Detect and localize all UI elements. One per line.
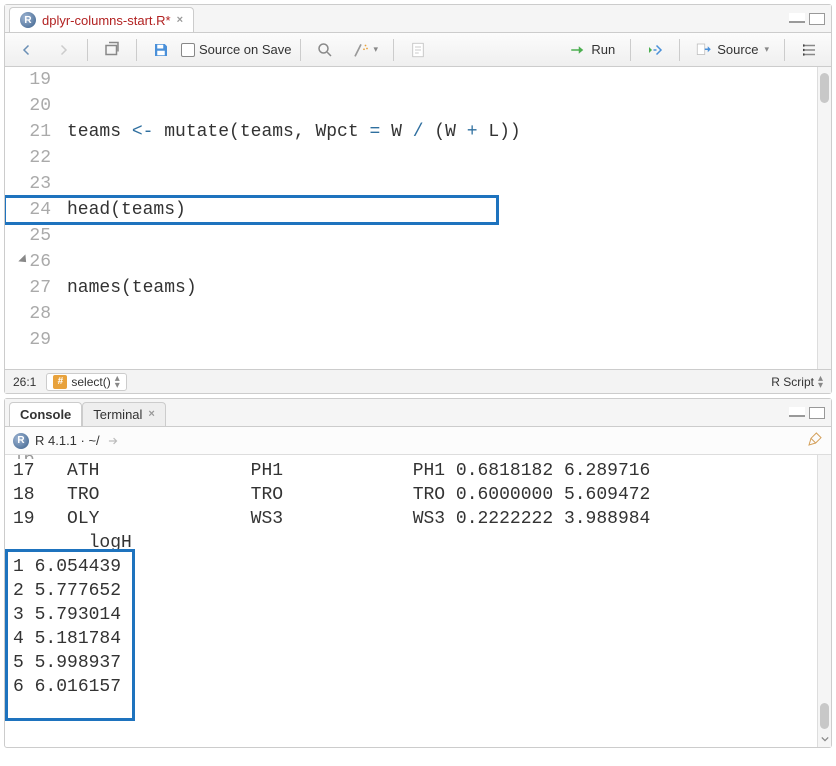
minimize-pane-icon[interactable]	[789, 13, 805, 23]
code-editor[interactable]: 19 20 21 22 23 24 25 26 27 28 29 teams <…	[5, 67, 831, 369]
find-button[interactable]	[309, 37, 341, 63]
pane-window-controls	[789, 13, 831, 25]
maximize-pane-icon[interactable]	[809, 13, 825, 25]
cursor-position: 26:1	[13, 375, 36, 389]
editor-toolbar: Source on Save ▾ Run Source ▾	[5, 33, 831, 67]
r-logo-icon: R	[13, 433, 29, 449]
console-output[interactable]: 16 17 ATH PH1 PH1 0.6818182 6.289716 18 …	[5, 455, 817, 747]
console-tabbar: Console Terminal ×	[5, 399, 831, 427]
source-on-save-checkbox[interactable]	[181, 43, 195, 57]
file-type-label[interactable]: R Script	[771, 375, 814, 389]
save-button[interactable]	[145, 37, 177, 63]
close-tab-icon[interactable]: ×	[177, 14, 183, 26]
close-terminal-icon[interactable]: ×	[148, 408, 154, 420]
rerun-button[interactable]	[639, 37, 671, 63]
console-tab[interactable]: Console	[9, 402, 82, 426]
console-row: 18 TRO TRO TRO 0.6000000 5.609472	[13, 483, 809, 507]
maximize-console-icon[interactable]	[809, 407, 825, 419]
reveal-wd-icon[interactable]	[106, 434, 120, 448]
highlight-logh-block	[5, 549, 135, 721]
code-tools-button[interactable]: ▾	[345, 37, 386, 63]
console-pane: Console Terminal × R R 4.1.1 · ~/ 16 17 …	[4, 398, 832, 748]
editor-vertical-scrollbar[interactable]	[817, 67, 831, 369]
outline-button[interactable]	[793, 37, 825, 63]
r-file-icon: R	[20, 12, 36, 28]
editor-pane: R dplyr-columns-start.R* × Source on Sav…	[4, 4, 832, 394]
forward-button[interactable]	[47, 37, 79, 63]
r-version-label: R 4.1.1 · ~/	[35, 433, 100, 448]
console-row: 17 ATH PH1 PH1 0.6818182 6.289716	[13, 459, 809, 483]
source-button[interactable]: Source ▾	[688, 37, 776, 63]
section-crumb[interactable]: # select() ▴▾	[46, 373, 126, 391]
console-toolbar: R R 4.1.1 · ~/	[5, 427, 831, 455]
source-on-save-label: Source on Save	[199, 42, 292, 57]
clear-console-button[interactable]	[807, 431, 823, 450]
console-row: 19 OLY WS3 WS3 0.2222222 3.988984	[13, 507, 809, 531]
terminal-tab[interactable]: Terminal ×	[82, 402, 166, 426]
code-content[interactable]: teams <- mutate(teams, Wpct = W / (W + L…	[63, 67, 817, 369]
console-vertical-scrollbar[interactable]	[817, 455, 831, 747]
run-button[interactable]: Run	[562, 37, 622, 63]
editor-tab-filename: dplyr-columns-start.R*	[42, 13, 171, 28]
back-button[interactable]	[11, 37, 43, 63]
show-in-new-window-button[interactable]	[96, 37, 128, 63]
hash-icon: #	[53, 375, 67, 389]
minimize-console-icon[interactable]	[789, 407, 805, 417]
editor-statusbar: 26:1 # select() ▴▾ R Script ▴▾	[5, 369, 831, 393]
editor-tabbar: R dplyr-columns-start.R* ×	[5, 5, 831, 33]
editor-tab[interactable]: R dplyr-columns-start.R* ×	[9, 7, 194, 32]
compile-report-button[interactable]	[402, 37, 434, 63]
console-window-controls	[789, 407, 831, 419]
highlight-line-24	[5, 195, 499, 225]
